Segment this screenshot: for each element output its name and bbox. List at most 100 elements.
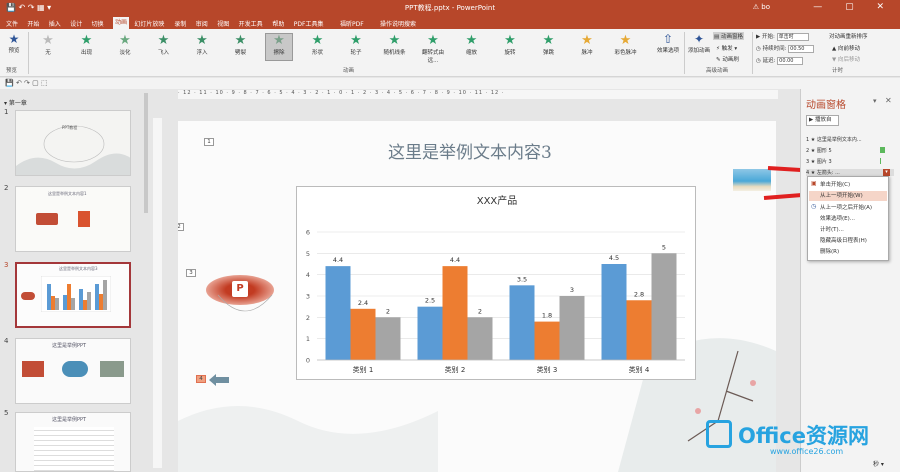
animation-option-12[interactable]: ★ 旋转 <box>496 34 524 57</box>
tab-13[interactable]: 福昕PDF <box>340 19 364 28</box>
animation-option-4[interactable]: ★ 浮入 <box>188 34 216 57</box>
slide-thumbnail-3[interactable]: 这里是举例文本内容3 <box>15 262 131 328</box>
tab-7[interactable]: 录制 <box>174 19 186 28</box>
tab-8[interactable]: 审阅 <box>196 19 208 28</box>
duration-input[interactable]: 00.50 <box>788 44 815 53</box>
anim-list-item-4[interactable]: 4 ★ 左箭头: ... <box>806 169 894 176</box>
window-controls[interactable]: — ▢ ✕ <box>813 2 894 12</box>
menu-timing[interactable]: 计时(T)... <box>820 225 844 233</box>
pane-dropdown-icon[interactable]: ▾ <box>873 97 877 105</box>
start-select[interactable]: 单击时 <box>776 32 809 41</box>
star-icon: ★ <box>581 33 593 48</box>
animation-option-13[interactable]: ★ 弹跳 <box>535 34 563 57</box>
section-header[interactable]: ▾ 第一章 <box>4 98 27 107</box>
x-tick-label: 类别 3 <box>537 365 558 374</box>
play-from-button[interactable]: ▶ 播放自 <box>806 115 839 126</box>
animation-option-1[interactable]: ★ 出现 <box>73 34 101 57</box>
toolbar-icons[interactable]: 💾 ↶ ↷ ▢ ⬚ <box>5 79 48 87</box>
menu-hide-timeline[interactable]: 隐藏高级日程表(H) <box>820 236 867 244</box>
y-tick-label: 5 <box>306 250 310 258</box>
star-icon: ★ <box>350 33 362 48</box>
tab-11[interactable]: 帮助 <box>272 19 284 28</box>
effect-options-button[interactable]: ⇧ 效果选项 <box>654 32 682 54</box>
data-label: 5 <box>662 243 666 251</box>
animation-tag-1[interactable]: 1 <box>204 138 214 146</box>
tab-1[interactable]: 开始 <box>27 19 39 28</box>
animation-option-3[interactable]: ★ 飞入 <box>150 34 178 57</box>
animation-tag-3[interactable]: 3 <box>186 269 196 277</box>
star-icon: ★ <box>234 33 247 48</box>
tab-12[interactable]: PDF工具集 <box>294 19 324 28</box>
slide-thumbnail-4[interactable]: 这里是举例PPT <box>15 338 131 404</box>
tab-10[interactable]: 开发工具 <box>239 19 263 28</box>
animation-option-11[interactable]: ★ 缩放 <box>458 33 486 57</box>
animation-tag-2[interactable]: 2 <box>178 223 184 231</box>
tab-4[interactable]: 切换 <box>92 19 104 28</box>
menu-effect-options[interactable]: 效果选项(E)... <box>820 214 855 222</box>
anim-list-item-3[interactable]: 3 ★ 图片 3 <box>806 158 832 165</box>
trigger-button[interactable]: ⚡ 触发 ▾ <box>716 44 737 52</box>
tab-6[interactable]: 幻灯片放映 <box>134 19 164 28</box>
star-icon: ★ <box>8 32 20 46</box>
slide-thumbnails-panel: ▾ 第一章 1 PPT教程 2 这里是举例文本内容1 3 这里是举例文本内容3 … <box>0 89 150 472</box>
watermark-text: Office资源网 <box>738 424 869 448</box>
slide-title[interactable]: 这里是举例文本内容3 <box>388 138 552 163</box>
add-animation-button[interactable]: ✦ 添加动画 <box>686 32 712 54</box>
tab-2[interactable]: 插入 <box>49 19 61 28</box>
chart-object[interactable]: XXX产品 0 1 2 3 4 5 6 4.4 2.4 2 类别 1 2.5 4.4 2 类别 2 3.5 1.8… <box>296 186 696 380</box>
animation-option-8[interactable]: ★ 轮子 <box>342 33 370 57</box>
close-icon[interactable]: ✕ <box>885 96 892 105</box>
animation-option-6[interactable]: ★ 擦除 <box>265 33 293 61</box>
tab-0[interactable]: 文件 <box>6 19 18 28</box>
left-arrow-shape[interactable] <box>208 373 230 387</box>
animation-option-15[interactable]: ★ 彩色脉冲 <box>612 34 640 57</box>
tab-5[interactable]: 动画 <box>113 17 130 29</box>
thumbnail-scrollbar[interactable] <box>144 93 148 213</box>
animation-tag-4[interactable]: 4 <box>196 375 206 383</box>
animation-option-9[interactable]: ★ 随机线条 <box>381 34 409 57</box>
animation-label: 轮子 <box>350 50 362 56</box>
bar <box>442 266 468 360</box>
thumb-number: 1 <box>4 108 9 116</box>
animation-label: 旋转 <box>504 50 516 56</box>
slide-thumbnail-1[interactable]: PPT教程 <box>15 110 131 176</box>
slide-canvas[interactable]: 这里是举例文本内容3 1 2 3 4 P XXX产品 0 1 2 3 4 5 6 4.4 2.4 2… <box>178 121 776 472</box>
data-label: 3.5 <box>517 275 527 283</box>
bar <box>601 264 627 360</box>
slide-thumbnail-2[interactable]: 这里是举例文本内容1 <box>15 186 131 252</box>
tab-3[interactable]: 设计 <box>70 19 82 28</box>
animation-option-7[interactable]: ★ 形状 <box>304 34 332 57</box>
data-label: 3 <box>570 286 574 294</box>
timeline-unit[interactable]: 秒 ▾ <box>873 459 884 468</box>
secondary-toolbar: 💾 ↶ ↷ ▢ ⬚ <box>0 78 900 89</box>
menu-start-after-previous[interactable]: 从上一项之后开始(A) <box>820 203 872 211</box>
animation-label: 翻转式由远... <box>421 50 444 64</box>
star-icon: ★ <box>465 33 478 48</box>
bar <box>509 285 535 360</box>
move-later-button[interactable]: ▼ 向后移动 <box>832 55 860 63</box>
bar <box>350 308 376 360</box>
move-earlier-button[interactable]: ▲ 向前移动 <box>832 44 860 52</box>
menu-start-with-previous[interactable]: 从上一项开始(W) <box>809 191 887 201</box>
animation-option-0[interactable]: ★ 无 <box>34 34 62 57</box>
animation-option-2[interactable]: ★ 淡化 <box>111 34 139 57</box>
tab-9[interactable]: 视图 <box>217 19 229 28</box>
menu-remove[interactable]: 删除(R) <box>820 247 839 255</box>
user-account[interactable]: ⚠ bo <box>753 3 770 11</box>
tell-me-search[interactable]: 操作说明搜索 <box>380 19 416 28</box>
ink-landscape-illustration <box>16 125 130 175</box>
item-dropdown-button[interactable]: ▾ <box>883 169 890 176</box>
preview-button[interactable]: ★ 预览 <box>4 32 24 54</box>
thumb-title: 这里是举例文本内容3 <box>59 266 98 271</box>
animation-painter-button[interactable]: ✎ 动画刷 <box>716 55 739 63</box>
anim-list-item-2[interactable]: 2 ★ 图形 5 <box>806 147 832 154</box>
menu-start-on-click[interactable]: 单击开始(C) <box>820 180 850 188</box>
animation-option-14[interactable]: ★ 脉冲 <box>573 33 601 57</box>
delay-input[interactable]: 00.00 <box>777 56 804 65</box>
group-label-animation: 动画 <box>343 68 355 74</box>
animation-option-10[interactable]: ★ 翻转式由远... <box>419 34 447 65</box>
animation-option-5[interactable]: ★ 劈裂 <box>227 33 255 57</box>
slide-thumbnail-5[interactable]: 这里是举例PPT <box>15 412 131 472</box>
animation-pane-button[interactable]: ▤ 动画窗格 <box>713 32 744 40</box>
anim-list-item-1[interactable]: 1 ★ 这里是举例文本内... <box>806 136 862 143</box>
